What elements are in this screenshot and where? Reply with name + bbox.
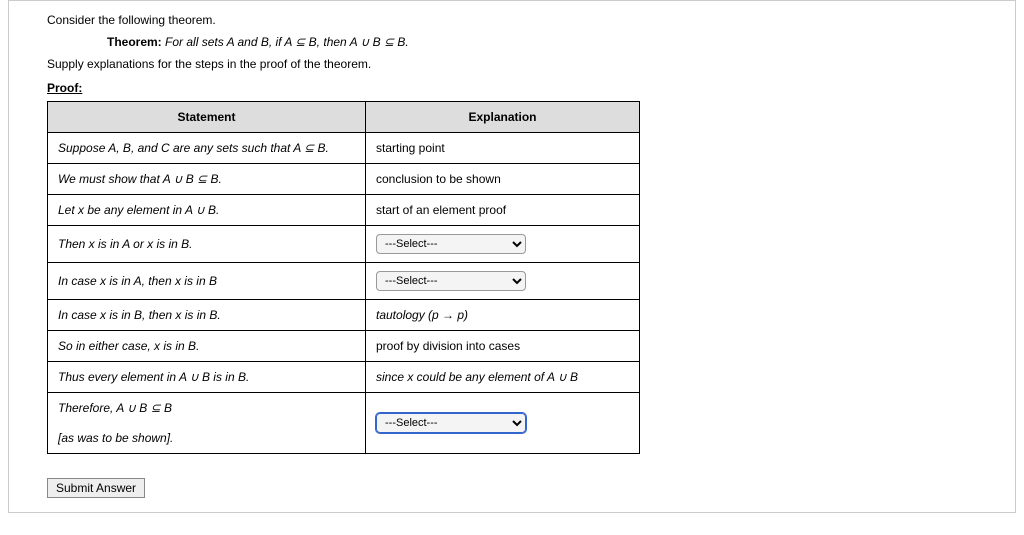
expl-cell: since x could be any element of A ∪ B	[366, 362, 640, 393]
page-container: Consider the following theorem. Theorem:…	[8, 0, 1016, 513]
header-explanation: Explanation	[366, 102, 640, 133]
theorem-text: For all sets A and B, if A ⊆ B, then A ∪…	[162, 35, 409, 49]
expl-cell: conclusion to be shown	[366, 164, 640, 195]
theorem-label: Theorem:	[107, 35, 162, 49]
expl-cell: ---Select---	[366, 393, 640, 454]
table-row: In case x is in A, then x is in B ---Sel…	[48, 263, 640, 300]
intro-supply: Supply explanations for the steps in the…	[47, 57, 1015, 71]
submit-answer-button[interactable]: Submit Answer	[47, 478, 145, 498]
stmt-cell: Let x be any element in A ∪ B.	[48, 195, 366, 226]
table-row: We must show that A ∪ B ⊆ B. conclusion …	[48, 164, 640, 195]
stmt-cell: In case x is in A, then x is in B	[48, 263, 366, 300]
expl-cell: starting point	[366, 133, 640, 164]
table-row: In case x is in B, then x is in B. tauto…	[48, 300, 640, 331]
stmt-cell: [as was to be shown].	[48, 423, 366, 454]
expl-cell: proof by division into cases	[366, 331, 640, 362]
proof-label: Proof:	[47, 81, 1015, 95]
stmt-cell: Suppose A, B, and C are any sets such th…	[48, 133, 366, 164]
table-row: So in either case, x is in B. proof by d…	[48, 331, 640, 362]
table-row: Then x is in A or x is in B. ---Select--…	[48, 226, 640, 263]
theorem-line: Theorem: For all sets A and B, if A ⊆ B,…	[107, 35, 1015, 49]
intro-consider: Consider the following theorem.	[47, 13, 1015, 27]
table-row: Suppose A, B, and C are any sets such th…	[48, 133, 640, 164]
stmt-cell: We must show that A ∪ B ⊆ B.	[48, 164, 366, 195]
stmt-cell: Therefore, A ∪ B ⊆ B	[48, 393, 366, 424]
stmt-cell: Thus every element in A ∪ B is in B.	[48, 362, 366, 393]
expl-cell: ---Select---	[366, 226, 640, 263]
stmt-cell: So in either case, x is in B.	[48, 331, 366, 362]
stmt-cell: Then x is in A or x is in B.	[48, 226, 366, 263]
table-header-row: Statement Explanation	[48, 102, 640, 133]
table-row: Therefore, A ∪ B ⊆ B ---Select---	[48, 393, 640, 424]
expl-cell: start of an element proof	[366, 195, 640, 226]
stmt-cell: In case x is in B, then x is in B.	[48, 300, 366, 331]
explanation-select[interactable]: ---Select---	[376, 271, 526, 291]
content-area: Consider the following theorem. Theorem:…	[9, 1, 1015, 498]
expl-cell: ---Select---	[366, 263, 640, 300]
expl-cell: tautology (p → p)	[366, 300, 640, 331]
header-statement: Statement	[48, 102, 366, 133]
proof-table: Statement Explanation Suppose A, B, and …	[47, 101, 640, 454]
table-row: Thus every element in A ∪ B is in B. sin…	[48, 362, 640, 393]
explanation-select-active[interactable]: ---Select---	[376, 413, 526, 433]
explanation-select[interactable]: ---Select---	[376, 234, 526, 254]
table-row: Let x be any element in A ∪ B. start of …	[48, 195, 640, 226]
submit-area: Submit Answer	[47, 478, 1015, 498]
